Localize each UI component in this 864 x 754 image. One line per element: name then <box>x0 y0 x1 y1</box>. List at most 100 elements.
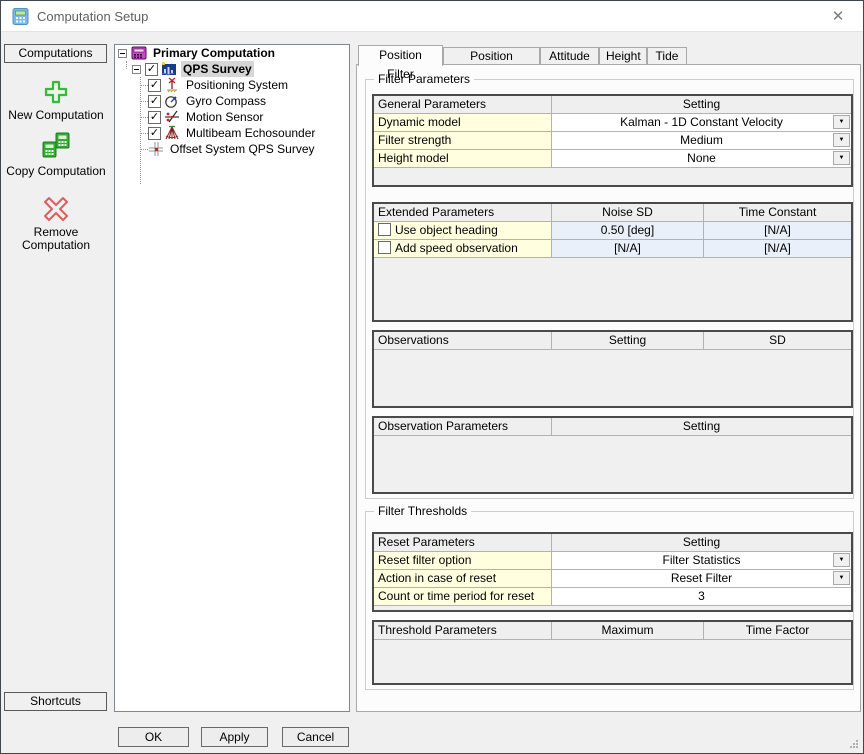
tab-position-results[interactable]: Position Results <box>443 47 540 65</box>
table-row: Action in case of reset Reset Filter ▼ <box>374 570 851 588</box>
height-model-dropdown[interactable]: None ▼ <box>552 150 851 168</box>
param-label: Count or time period for reset <box>374 588 552 606</box>
copy-computation-button[interactable]: Copy Computation <box>1 131 111 178</box>
table-filler <box>374 606 851 610</box>
positioning-system-checkbox[interactable]: ✓ <box>148 79 161 92</box>
reset-filter-option-dropdown[interactable]: Filter Statistics ▼ <box>552 552 851 570</box>
column-header: Observation Parameters <box>374 418 552 436</box>
dropdown-value: Medium <box>680 133 723 147</box>
table-row: Height model None ▼ <box>374 150 851 168</box>
tree-label-positioning-system: Positioning System <box>184 77 290 93</box>
add-speed-observation-cell: Add speed observation <box>374 240 552 258</box>
action-in-case-of-reset-dropdown[interactable]: Reset Filter ▼ <box>552 570 851 588</box>
table-filler <box>374 640 851 683</box>
ok-button[interactable]: OK <box>118 727 189 747</box>
tab-height[interactable]: Height <box>599 47 647 65</box>
noise-sd-value[interactable]: 0.50 [deg] <box>552 222 704 240</box>
computation-calculator-icon <box>131 45 147 61</box>
tab-position-filter[interactable]: Position Filter <box>358 45 443 66</box>
tree-label-qps-survey: QPS Survey <box>181 61 254 77</box>
collapse-expander-icon[interactable] <box>132 65 141 74</box>
new-computation-label: New Computation <box>1 109 111 122</box>
table-row: Dynamic model Kalman - 1D Constant Veloc… <box>374 114 851 132</box>
positioning-system-icon <box>164 77 180 93</box>
param-label: Action in case of reset <box>374 570 552 588</box>
tree-connector <box>140 101 148 102</box>
resize-grip[interactable] <box>850 740 859 749</box>
use-object-heading-checkbox[interactable] <box>378 223 391 236</box>
chevron-down-icon[interactable]: ▼ <box>833 571 850 585</box>
column-header: Extended Parameters <box>374 204 552 222</box>
column-header: SD <box>704 332 851 350</box>
calculator-app-icon <box>12 8 29 25</box>
window-title: Computation Setup <box>37 9 148 24</box>
tree-item-positioning-system[interactable]: ✓ Positioning System <box>148 77 290 93</box>
column-header: Setting <box>552 332 704 350</box>
vessel-survey-icon <box>161 61 177 77</box>
tab-attitude[interactable]: Attitude <box>540 47 599 65</box>
remove-computation-button[interactable]: Remove Computation <box>1 194 111 252</box>
column-header: Noise SD <box>552 204 704 222</box>
dropdown-value: Reset Filter <box>671 571 732 585</box>
offset-system-icon <box>148 141 164 157</box>
column-header: Time Constant <box>704 204 851 222</box>
copy-computation-label: Copy Computation <box>1 165 111 178</box>
computation-tree: Primary Computation ✓ QPS Survey ✓ <box>114 44 350 712</box>
add-speed-observation-checkbox[interactable] <box>378 241 391 254</box>
filter-thresholds-group-label: Filter Thresholds <box>374 504 471 518</box>
chevron-down-icon[interactable]: ▼ <box>833 151 850 165</box>
param-label: Use object heading <box>395 223 498 237</box>
new-computation-button[interactable]: New Computation <box>1 79 111 122</box>
close-icon[interactable]: ✕ <box>821 5 855 29</box>
computations-panel-button[interactable]: Computations <box>4 44 107 63</box>
observation-parameters-table: Observation Parameters Setting <box>372 416 853 494</box>
cancel-button[interactable]: Cancel <box>282 727 349 747</box>
motion-sensor-icon <box>164 109 180 125</box>
param-label: Add speed observation <box>395 241 518 255</box>
tree-label-offset-system: Offset System QPS Survey <box>168 141 317 157</box>
param-label: Height model <box>374 150 552 168</box>
tree-item-offset-system[interactable]: Offset System QPS Survey <box>148 141 317 157</box>
multibeam-echosounder-icon <box>164 125 180 141</box>
table-header-row: Reset Parameters Setting <box>374 534 851 552</box>
table-header-row: Threshold Parameters Maximum Time Factor <box>374 622 851 640</box>
dropdown-value: Filter Statistics <box>662 553 740 567</box>
filter-strength-dropdown[interactable]: Medium ▼ <box>552 132 851 150</box>
param-label: Filter strength <box>374 132 552 150</box>
table-filler <box>374 350 851 406</box>
dynamic-model-dropdown[interactable]: Kalman - 1D Constant Velocity ▼ <box>552 114 851 132</box>
tree-connector <box>126 61 127 69</box>
collapse-expander-icon[interactable] <box>118 49 127 58</box>
general-parameters-table: General Parameters Setting Dynamic model… <box>372 94 853 187</box>
copy-computation-calculators-icon <box>39 131 73 163</box>
remove-computation-label-line2: Computation <box>1 239 111 252</box>
threshold-parameters-table: Threshold Parameters Maximum Time Factor <box>372 620 853 685</box>
gyro-compass-icon <box>164 93 180 109</box>
shortcuts-panel-button[interactable]: Shortcuts <box>4 692 107 711</box>
chevron-down-icon[interactable]: ▼ <box>833 115 850 129</box>
dropdown-value: None <box>687 151 716 165</box>
tree-item-primary-computation[interactable]: Primary Computation <box>118 45 277 61</box>
column-header: General Parameters <box>374 96 552 114</box>
multibeam-echosounder-checkbox[interactable]: ✓ <box>148 127 161 140</box>
time-constant-value: [N/A] <box>704 240 851 258</box>
tree-label-gyro-compass: Gyro Compass <box>184 93 268 109</box>
table-header-row: Observation Parameters Setting <box>374 418 851 436</box>
motion-sensor-checkbox[interactable]: ✓ <box>148 111 161 124</box>
column-header: Setting <box>552 96 851 114</box>
tab-tide[interactable]: Tide <box>647 47 687 65</box>
tree-item-qps-survey[interactable]: ✓ QPS Survey <box>132 61 254 77</box>
gyro-compass-checkbox[interactable]: ✓ <box>148 95 161 108</box>
chevron-down-icon[interactable]: ▼ <box>833 553 850 567</box>
table-row: Count or time period for reset 3 <box>374 588 851 606</box>
tree-connector <box>140 117 148 118</box>
tree-item-multibeam-echosounder[interactable]: ✓ Multibeam Echosounder <box>148 125 317 141</box>
apply-button[interactable]: Apply <box>201 727 268 747</box>
count-or-time-period-field[interactable]: 3 <box>552 588 851 606</box>
qps-survey-checkbox[interactable]: ✓ <box>145 63 158 76</box>
column-header: Setting <box>552 534 851 552</box>
tree-item-motion-sensor[interactable]: ✓ Motion Sensor <box>148 109 265 125</box>
column-header: Threshold Parameters <box>374 622 552 640</box>
tree-item-gyro-compass[interactable]: ✓ Gyro Compass <box>148 93 268 109</box>
chevron-down-icon[interactable]: ▼ <box>833 133 850 147</box>
